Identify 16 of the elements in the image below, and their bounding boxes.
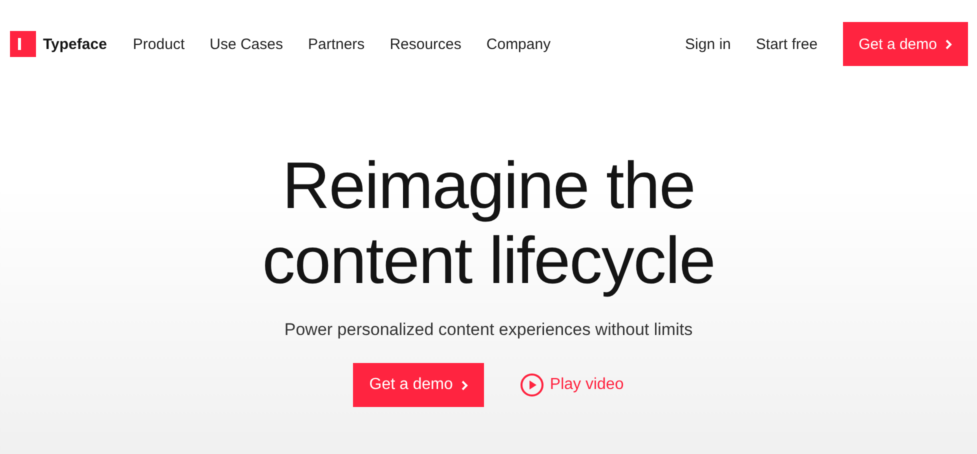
logo-icon[interactable] — [10, 31, 36, 57]
hero-heading: Reimagine the content lifecycle — [262, 148, 715, 298]
hero-subtitle: Power personalized content experiences without limits — [284, 320, 693, 340]
nav-link[interactable]: Sign in — [685, 36, 731, 52]
demo-button[interactable]: Get a demo — [842, 22, 968, 66]
chevron-icon — [460, 380, 468, 390]
nav-link[interactable]: Partners — [308, 36, 365, 52]
nav-link[interactable]: Resources — [390, 36, 462, 52]
nav-link[interactable]: Company — [486, 36, 551, 52]
chevron-icon — [945, 38, 952, 50]
nav-link[interactable]: Use Cases — [210, 36, 283, 52]
brand-name[interactable]: Typeface — [43, 36, 107, 52]
nav-link[interactable]: Start free — [756, 36, 818, 52]
play-icon — [520, 373, 544, 397]
demo-button[interactable]: Get a demo — [353, 363, 484, 407]
nav-link[interactable]: Product — [132, 36, 185, 52]
